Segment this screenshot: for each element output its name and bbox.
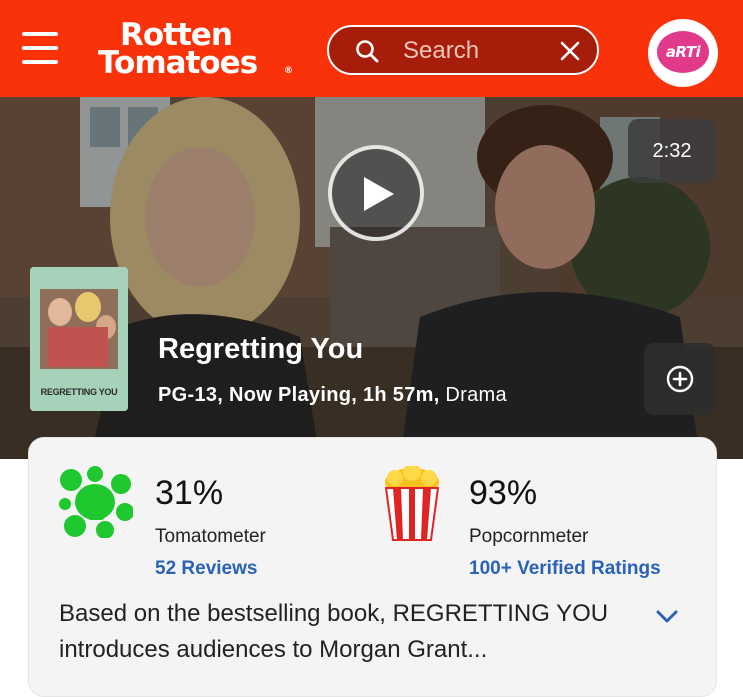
genre: Drama <box>445 384 507 406</box>
logo-line-2: Tomatoes <box>98 45 258 81</box>
trailer-duration-badge: 2:32 <box>628 119 716 183</box>
movie-poster[interactable]: REGRETTING YOU <box>30 267 128 411</box>
movie-meta: PG-13, Now Playing, 1h 57m, Drama <box>158 384 507 407</box>
plus-circle-icon <box>666 365 694 393</box>
tomatometer-label: Tomatometer <box>155 526 266 547</box>
play-icon <box>364 177 394 211</box>
reviews-count-link[interactable]: 52 Reviews <box>155 558 257 580</box>
mpaa-rating: PG-13, <box>158 384 224 406</box>
poster-title: REGRETTING YOU <box>40 387 118 397</box>
rotten-tomatoes-logo[interactable]: Rotten Tomatoes ® <box>96 20 296 80</box>
hamburger-menu-icon[interactable] <box>22 30 58 66</box>
runtime: 1h 57m, <box>362 384 440 406</box>
popcornmeter-label: Popcornmeter <box>469 526 589 547</box>
logo-registered-mark: ® <box>284 66 293 76</box>
add-to-watchlist-button[interactable] <box>644 343 716 415</box>
chevron-down-icon[interactable] <box>655 608 679 624</box>
popcorn-bucket-icon <box>384 466 440 541</box>
search-icon[interactable] <box>355 39 379 63</box>
avatar-text: aRTi <box>665 43 701 61</box>
search-input[interactable] <box>401 35 555 67</box>
play-trailer-button[interactable] <box>328 145 424 241</box>
green-splat-icon <box>59 466 133 538</box>
top-header: Rotten Tomatoes ® aRTi <box>0 0 743 97</box>
release-status: Now Playing, <box>229 384 358 406</box>
tomatometer-score: 31% <box>155 474 224 512</box>
verified-ratings-link[interactable]: 100+ Verified Ratings <box>469 558 661 580</box>
trailer-hero[interactable]: 2:32 REGRETTING YOU Regretting You PG-13… <box>0 97 743 459</box>
arti-assistant-avatar[interactable]: aRTi <box>648 19 718 87</box>
synopsis-text: Based on the bestselling book, REGRETTIN… <box>59 600 609 663</box>
popcornmeter-score: 93% <box>469 474 538 512</box>
movie-title: Regretting You <box>158 333 364 365</box>
search-bar[interactable] <box>327 25 599 75</box>
close-icon[interactable] <box>559 40 581 62</box>
score-card: 31% Tomatometer 52 Reviews 93% Popcornme… <box>28 437 717 697</box>
